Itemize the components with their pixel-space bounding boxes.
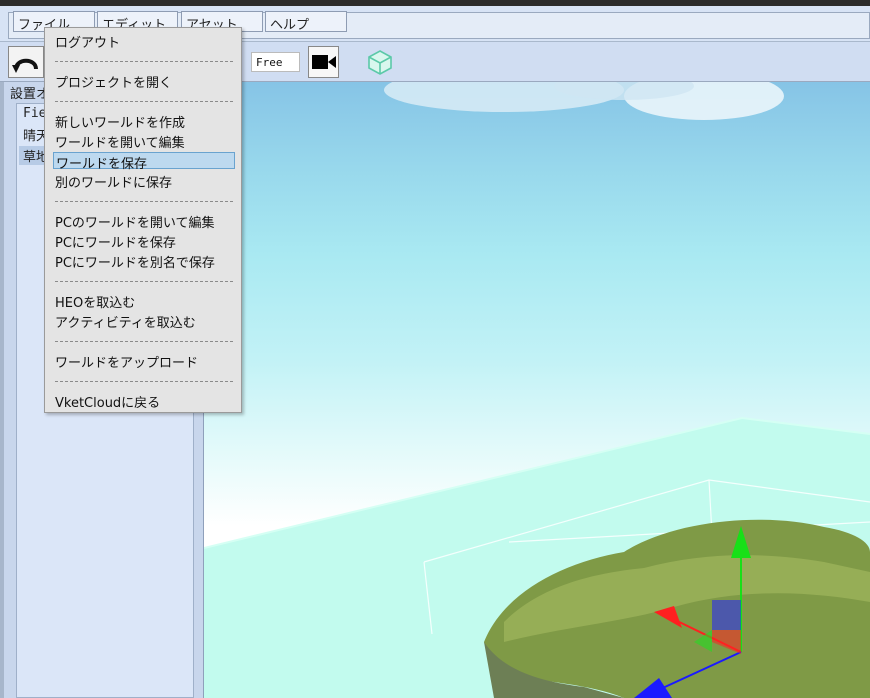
menu-separator	[55, 341, 233, 342]
menu-item-import-activity[interactable]: アクティビティを取込む	[55, 312, 196, 331]
video-camera-icon	[311, 55, 336, 69]
menu-item-save-world[interactable]: ワールドを保存	[53, 152, 235, 172]
camera-button[interactable]	[308, 46, 339, 78]
menu-separator	[55, 281, 233, 282]
undo-button[interactable]	[8, 46, 44, 78]
menu-item-pc-save-as[interactable]: PCにワールドを別名で保存	[55, 252, 215, 271]
menu-item-save-as-world[interactable]: 別のワールドに保存	[55, 172, 172, 191]
menu-separator	[55, 61, 233, 62]
menu-separator	[55, 201, 233, 202]
menu-item-pc-save[interactable]: PCにワールドを保存	[55, 232, 176, 251]
menu-item-pc-open-edit[interactable]: PCのワールドを開いて編集	[55, 212, 215, 231]
menu-item-open-edit-world[interactable]: ワールドを開いて編集	[55, 132, 185, 151]
undo-arrow-icon	[12, 58, 38, 73]
menu-item-new-world[interactable]: 新しいワールドを作成	[55, 112, 185, 131]
cube-icon	[368, 50, 392, 75]
menu-item-logout[interactable]: ログアウト	[55, 32, 120, 51]
scene-canvas	[204, 82, 870, 698]
menu-separator	[55, 381, 233, 382]
menu-item-upload-world[interactable]: ワールドをアップロード	[55, 352, 198, 371]
camera-mode-field[interactable]: Free	[251, 52, 300, 72]
menu-item-open-project[interactable]: プロジェクトを開く	[55, 72, 172, 91]
menu-item-back-to-vket[interactable]: VketCloudに戻る	[55, 392, 160, 411]
app-window: ファイル エディット アセット ヘルプ Free 設置オブジェクト	[0, 0, 870, 698]
menu-item-import-heo[interactable]: HEOを取込む	[55, 292, 135, 311]
panel-edge	[0, 82, 4, 698]
menu-separator	[55, 101, 233, 102]
gizmo-yz-plane	[712, 600, 741, 630]
cube-button[interactable]	[362, 46, 398, 78]
menu-help[interactable]: ヘルプ	[265, 11, 347, 33]
scene-viewport[interactable]	[204, 82, 870, 698]
file-menu-dropdown: ログアウト プロジェクトを開く 新しいワールドを作成 ワールドを開いて編集 ワー…	[44, 27, 242, 413]
